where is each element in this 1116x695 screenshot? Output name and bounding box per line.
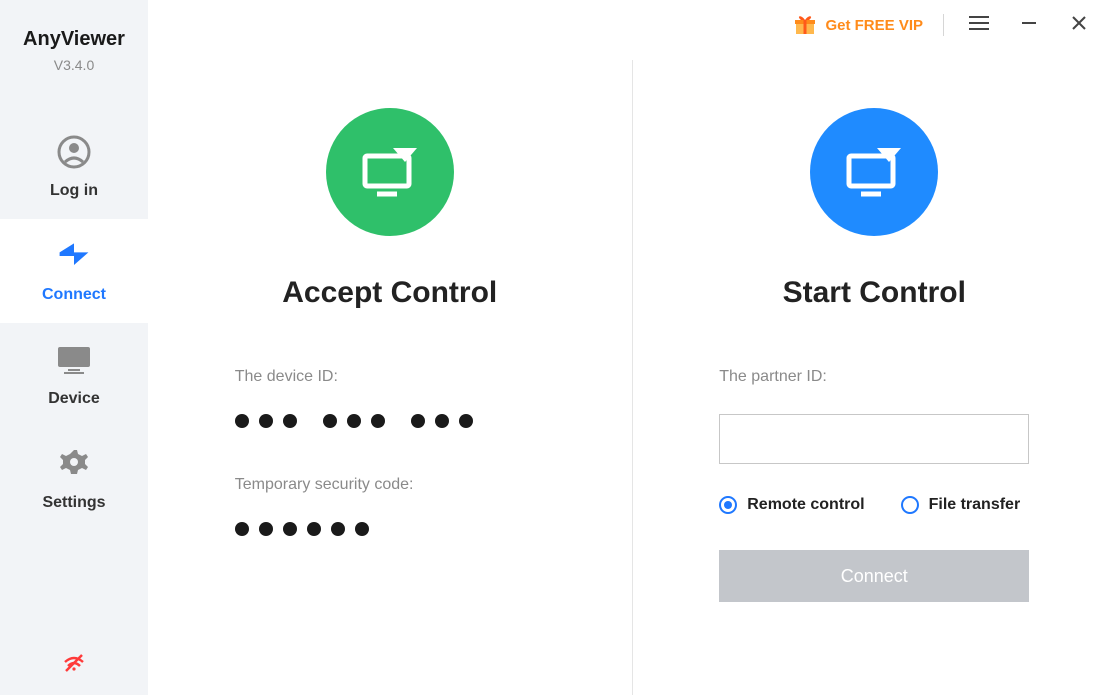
user-circle-icon <box>56 134 92 170</box>
sidebar-nav: Log in Connect Device <box>0 115 148 531</box>
wifi-off-icon <box>63 659 85 676</box>
start-body: The partner ID: Remote control File tran… <box>719 368 1029 602</box>
start-title: Start Control <box>783 276 966 310</box>
content: Accept Control The device ID: Temporary … <box>148 0 1116 695</box>
accept-title: Accept Control <box>282 276 497 310</box>
minimize-icon <box>1021 15 1037 36</box>
network-status <box>0 654 148 677</box>
topbar: Get FREE VIP <box>793 0 1116 40</box>
accept-control-icon <box>326 108 454 236</box>
start-control-panel: Start Control The partner ID: Remote con… <box>633 60 1116 695</box>
accept-control-panel: Accept Control The device ID: Temporary … <box>148 60 633 695</box>
divider <box>943 14 944 36</box>
radio-icon <box>901 496 919 514</box>
close-button[interactable] <box>1064 10 1094 40</box>
close-icon <box>1071 15 1087 36</box>
sidebar-item-device[interactable]: Device <box>0 323 148 427</box>
sidebar-item-label: Connect <box>42 286 106 304</box>
main: Get FREE VIP <box>148 0 1116 695</box>
app-name: AnyViewer <box>0 28 148 51</box>
sidebar-item-login[interactable]: Log in <box>0 115 148 219</box>
menu-button[interactable] <box>964 10 994 40</box>
app-version: V3.4.0 <box>0 57 148 73</box>
sidebar-item-connect[interactable]: Connect <box>0 219 148 323</box>
device-id-label: The device ID: <box>235 368 545 386</box>
mode-radio-group: Remote control File transfer <box>719 496 1029 514</box>
device-id-value <box>235 414 545 428</box>
start-control-icon <box>810 108 938 236</box>
gift-icon <box>793 13 817 37</box>
connect-button[interactable]: Connect <box>719 550 1029 602</box>
sidebar: AnyViewer V3.4.0 Log in Connect <box>0 0 148 695</box>
partner-id-label: The partner ID: <box>719 368 1029 386</box>
sidebar-item-label: Log in <box>50 182 98 200</box>
sidebar-item-settings[interactable]: Settings <box>0 427 148 531</box>
security-code-value <box>235 522 545 536</box>
gear-icon <box>56 446 92 482</box>
minimize-button[interactable] <box>1014 10 1044 40</box>
vip-label: Get FREE VIP <box>825 17 923 34</box>
brand-block: AnyViewer V3.4.0 <box>0 0 148 73</box>
connect-logo-icon <box>56 238 92 274</box>
partner-id-input[interactable] <box>719 414 1029 464</box>
remote-control-radio[interactable]: Remote control <box>719 496 864 514</box>
radio-label: Remote control <box>747 496 864 514</box>
accept-body: The device ID: Temporary security code: <box>235 368 545 584</box>
monitor-icon <box>56 342 92 378</box>
get-vip-link[interactable]: Get FREE VIP <box>793 13 923 37</box>
sidebar-item-label: Device <box>48 390 100 408</box>
radio-label: File transfer <box>929 496 1021 514</box>
sidebar-item-label: Settings <box>42 494 105 512</box>
connect-button-label: Connect <box>841 566 908 587</box>
file-transfer-radio[interactable]: File transfer <box>901 496 1021 514</box>
hamburger-icon <box>969 15 989 36</box>
radio-icon <box>719 496 737 514</box>
security-code-label: Temporary security code: <box>235 476 545 494</box>
